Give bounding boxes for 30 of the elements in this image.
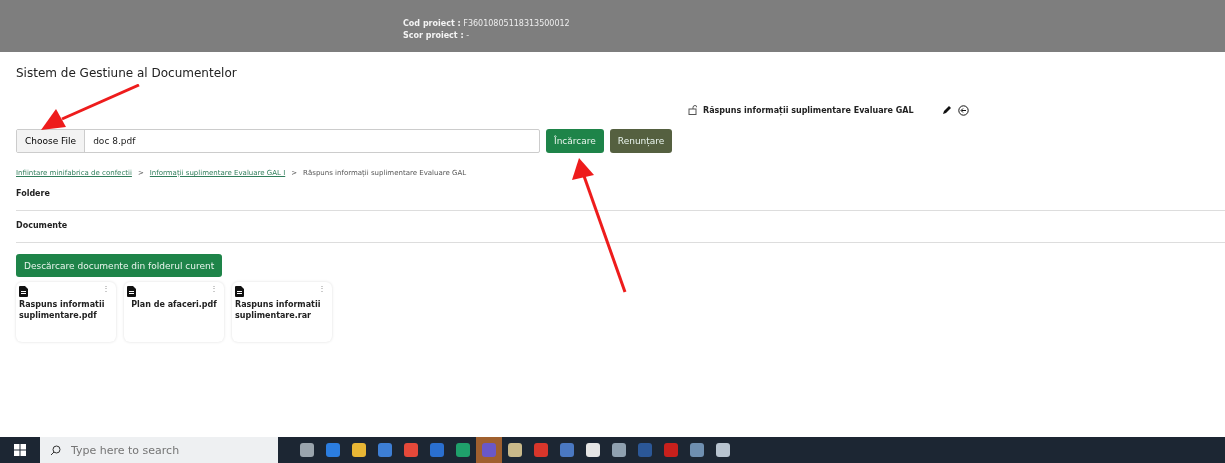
- document-icon: [235, 286, 244, 297]
- document-icon: [127, 286, 136, 297]
- document-card[interactable]: ⋮ Raspuns informatii suplimentare.pdf: [16, 282, 116, 342]
- document-card[interactable]: ⋮ Raspuns informatii suplimentare.rar: [232, 282, 332, 342]
- folder-title: Răspuns informații suplimentare Evaluare GAL: [703, 105, 914, 115]
- more-menu[interactable]: ⋮: [102, 284, 110, 293]
- cancel-button[interactable]: Renunțare: [609, 129, 673, 153]
- project-info-line: Scor proiect : -: [403, 30, 471, 42]
- document-name: Raspuns informatii suplimentare.rar: [235, 299, 322, 321]
- document-card[interactable]: ⋮ Plan de afaceri.pdf: [124, 282, 224, 342]
- page-title: Sistem de Gestiune al Documentelor: [16, 66, 238, 82]
- choose-file-button[interactable]: Choose File: [17, 130, 86, 152]
- lock-icon: [688, 105, 697, 115]
- upload-button[interactable]: Încărcare: [546, 129, 604, 153]
- back-icon[interactable]: [957, 104, 969, 116]
- document-name: Plan de afaceri.pdf: [130, 299, 218, 310]
- search-icon: [50, 444, 61, 456]
- more-menu[interactable]: ⋮: [318, 284, 326, 293]
- project-info-line: Cod proiect : F36010805118313500012: [403, 18, 571, 30]
- file-name: doc 8.pdf: [92, 136, 137, 146]
- section-heading: Documente: [16, 221, 68, 230]
- more-menu[interactable]: ⋮: [210, 284, 218, 293]
- pencil-icon[interactable]: [941, 104, 952, 115]
- taskbar-search-box[interactable]: Type here to search: [40, 437, 278, 463]
- section-heading: Foldere: [16, 189, 50, 198]
- file-input-field[interactable]: Choose File doc 8.pdf: [16, 129, 540, 153]
- search-input[interactable]: Type here to search: [69, 442, 263, 458]
- document-name: Raspuns informatii suplimentare.pdf: [19, 299, 106, 321]
- download-button[interactable]: Descărcare documente din folderul curent: [16, 254, 223, 277]
- document-icon: [19, 286, 28, 297]
